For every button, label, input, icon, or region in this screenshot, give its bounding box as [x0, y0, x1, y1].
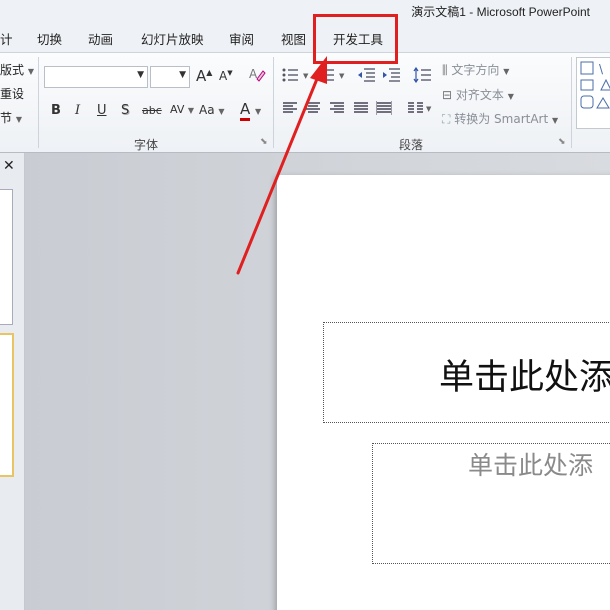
svg-text:▼: ▼ [426, 105, 432, 113]
chevron-down-icon: ▼ [137, 70, 144, 80]
tab-transitions[interactable]: 切换 [37, 29, 62, 48]
shapes-gallery[interactable]: \ [576, 57, 610, 129]
tab-animations[interactable]: 动画 [88, 29, 113, 48]
clear-formatting-icon[interactable]: A [248, 65, 266, 87]
numbering-icon[interactable]: 1 2 ▼ [318, 67, 348, 87]
title-placeholder-text: 单击此处添 [439, 358, 610, 398]
subtitle-placeholder-text: 单击此处添 [468, 451, 594, 480]
window-title: 演示文稿1 - Microsoft PowerPoint [411, 5, 590, 19]
group-separator [571, 57, 572, 148]
distributed-icon[interactable] [375, 101, 393, 119]
underline-button[interactable]: U [97, 103, 107, 118]
subtitle-placeholder[interactable]: 单击此处添 [372, 443, 610, 564]
align-center-icon[interactable] [305, 101, 321, 119]
svg-text:2: 2 [318, 74, 321, 80]
line-spacing-icon[interactable] [413, 66, 437, 87]
font-group-label: 字体 [134, 138, 159, 152]
slide-thumbnail[interactable] [0, 189, 13, 325]
paragraph-dialog-launcher-icon[interactable]: ⬊ [558, 137, 566, 147]
paragraph-group-label: 段落 [399, 138, 424, 152]
tab-review[interactable]: 审阅 [229, 29, 254, 48]
slide-thumbnail-selected[interactable] [0, 333, 14, 477]
title-bar: 演示文稿1 - Microsoft PowerPoint 计 切换 动画 幻灯片… [0, 0, 610, 52]
italic-button[interactable]: I [75, 103, 80, 118]
smartart-icon: ⛶ [442, 112, 451, 126]
developer-tab-highlight-box [313, 14, 398, 64]
powerpoint-window: 演示文稿1 - Microsoft PowerPoint 计 切换 动画 幻灯片… [0, 0, 610, 610]
chevron-down-icon: ▼ [179, 70, 186, 80]
svg-text:\: \ [599, 62, 604, 76]
reset-button[interactable]: 重设 [0, 85, 24, 102]
group-separator [38, 57, 39, 148]
svg-text:▼: ▼ [339, 72, 345, 80]
bold-button[interactable]: B [51, 103, 61, 118]
grow-font-button[interactable]: A▲ [196, 67, 212, 85]
font-color-button[interactable]: A ▼ [240, 100, 261, 121]
align-right-icon[interactable] [329, 101, 345, 119]
slide-canvas: 单击此处添 单击此处添 [277, 175, 610, 610]
convert-smartart-button[interactable]: ⛶ 转换为 SmartArt ▼ [442, 110, 558, 127]
increase-indent-icon[interactable] [383, 67, 401, 87]
text-direction-icon: ⫼ [442, 63, 448, 77]
change-case-button[interactable]: Aa ▼ [199, 103, 225, 117]
font-dialog-launcher-icon[interactable]: ⬊ [260, 137, 268, 147]
font-size-combobox[interactable]: ▼ [150, 66, 190, 88]
bullets-icon[interactable]: ▼ [282, 67, 312, 87]
justify-icon[interactable] [353, 101, 369, 119]
tab-design-partial[interactable]: 计 [0, 29, 13, 48]
svg-text:▼: ▼ [303, 72, 309, 80]
font-name-combobox[interactable]: ▼ [44, 66, 148, 88]
columns-icon[interactable]: ▼ [407, 101, 435, 119]
align-text-icon: ⊟ [442, 88, 453, 102]
slide-editing-area: 单击此处添 单击此处添 [25, 153, 610, 610]
shrink-font-button[interactable]: A▼ [219, 69, 233, 83]
align-text-button[interactable]: ⊟ 对齐文本 ▼ [442, 86, 514, 103]
tab-slideshow[interactable]: 幻灯片放映 [141, 29, 204, 48]
title-placeholder[interactable]: 单击此处添 [323, 322, 610, 423]
section-button[interactable]: 节 ▼ [0, 109, 22, 126]
ribbon: 版式 ▼ 重设 节 ▼ ▼ ▼ A▲ A▼ A B I U S abc AV ▼… [0, 52, 610, 153]
text-shadow-button[interactable]: S [121, 103, 129, 118]
slides-panel: ✕ [0, 153, 25, 610]
tab-view[interactable]: 视图 [281, 29, 306, 48]
align-left-icon[interactable] [282, 101, 298, 119]
decrease-indent-icon[interactable] [358, 67, 376, 87]
text-direction-button[interactable]: ⫼ 文字方向 ▼ [442, 61, 509, 78]
layout-button[interactable]: 版式 ▼ [0, 61, 34, 78]
close-icon[interactable]: ✕ [3, 158, 15, 174]
character-spacing-button[interactable]: AV ▼ [170, 103, 194, 116]
group-separator [273, 57, 274, 148]
strikethrough-button[interactable]: abc [142, 104, 162, 117]
